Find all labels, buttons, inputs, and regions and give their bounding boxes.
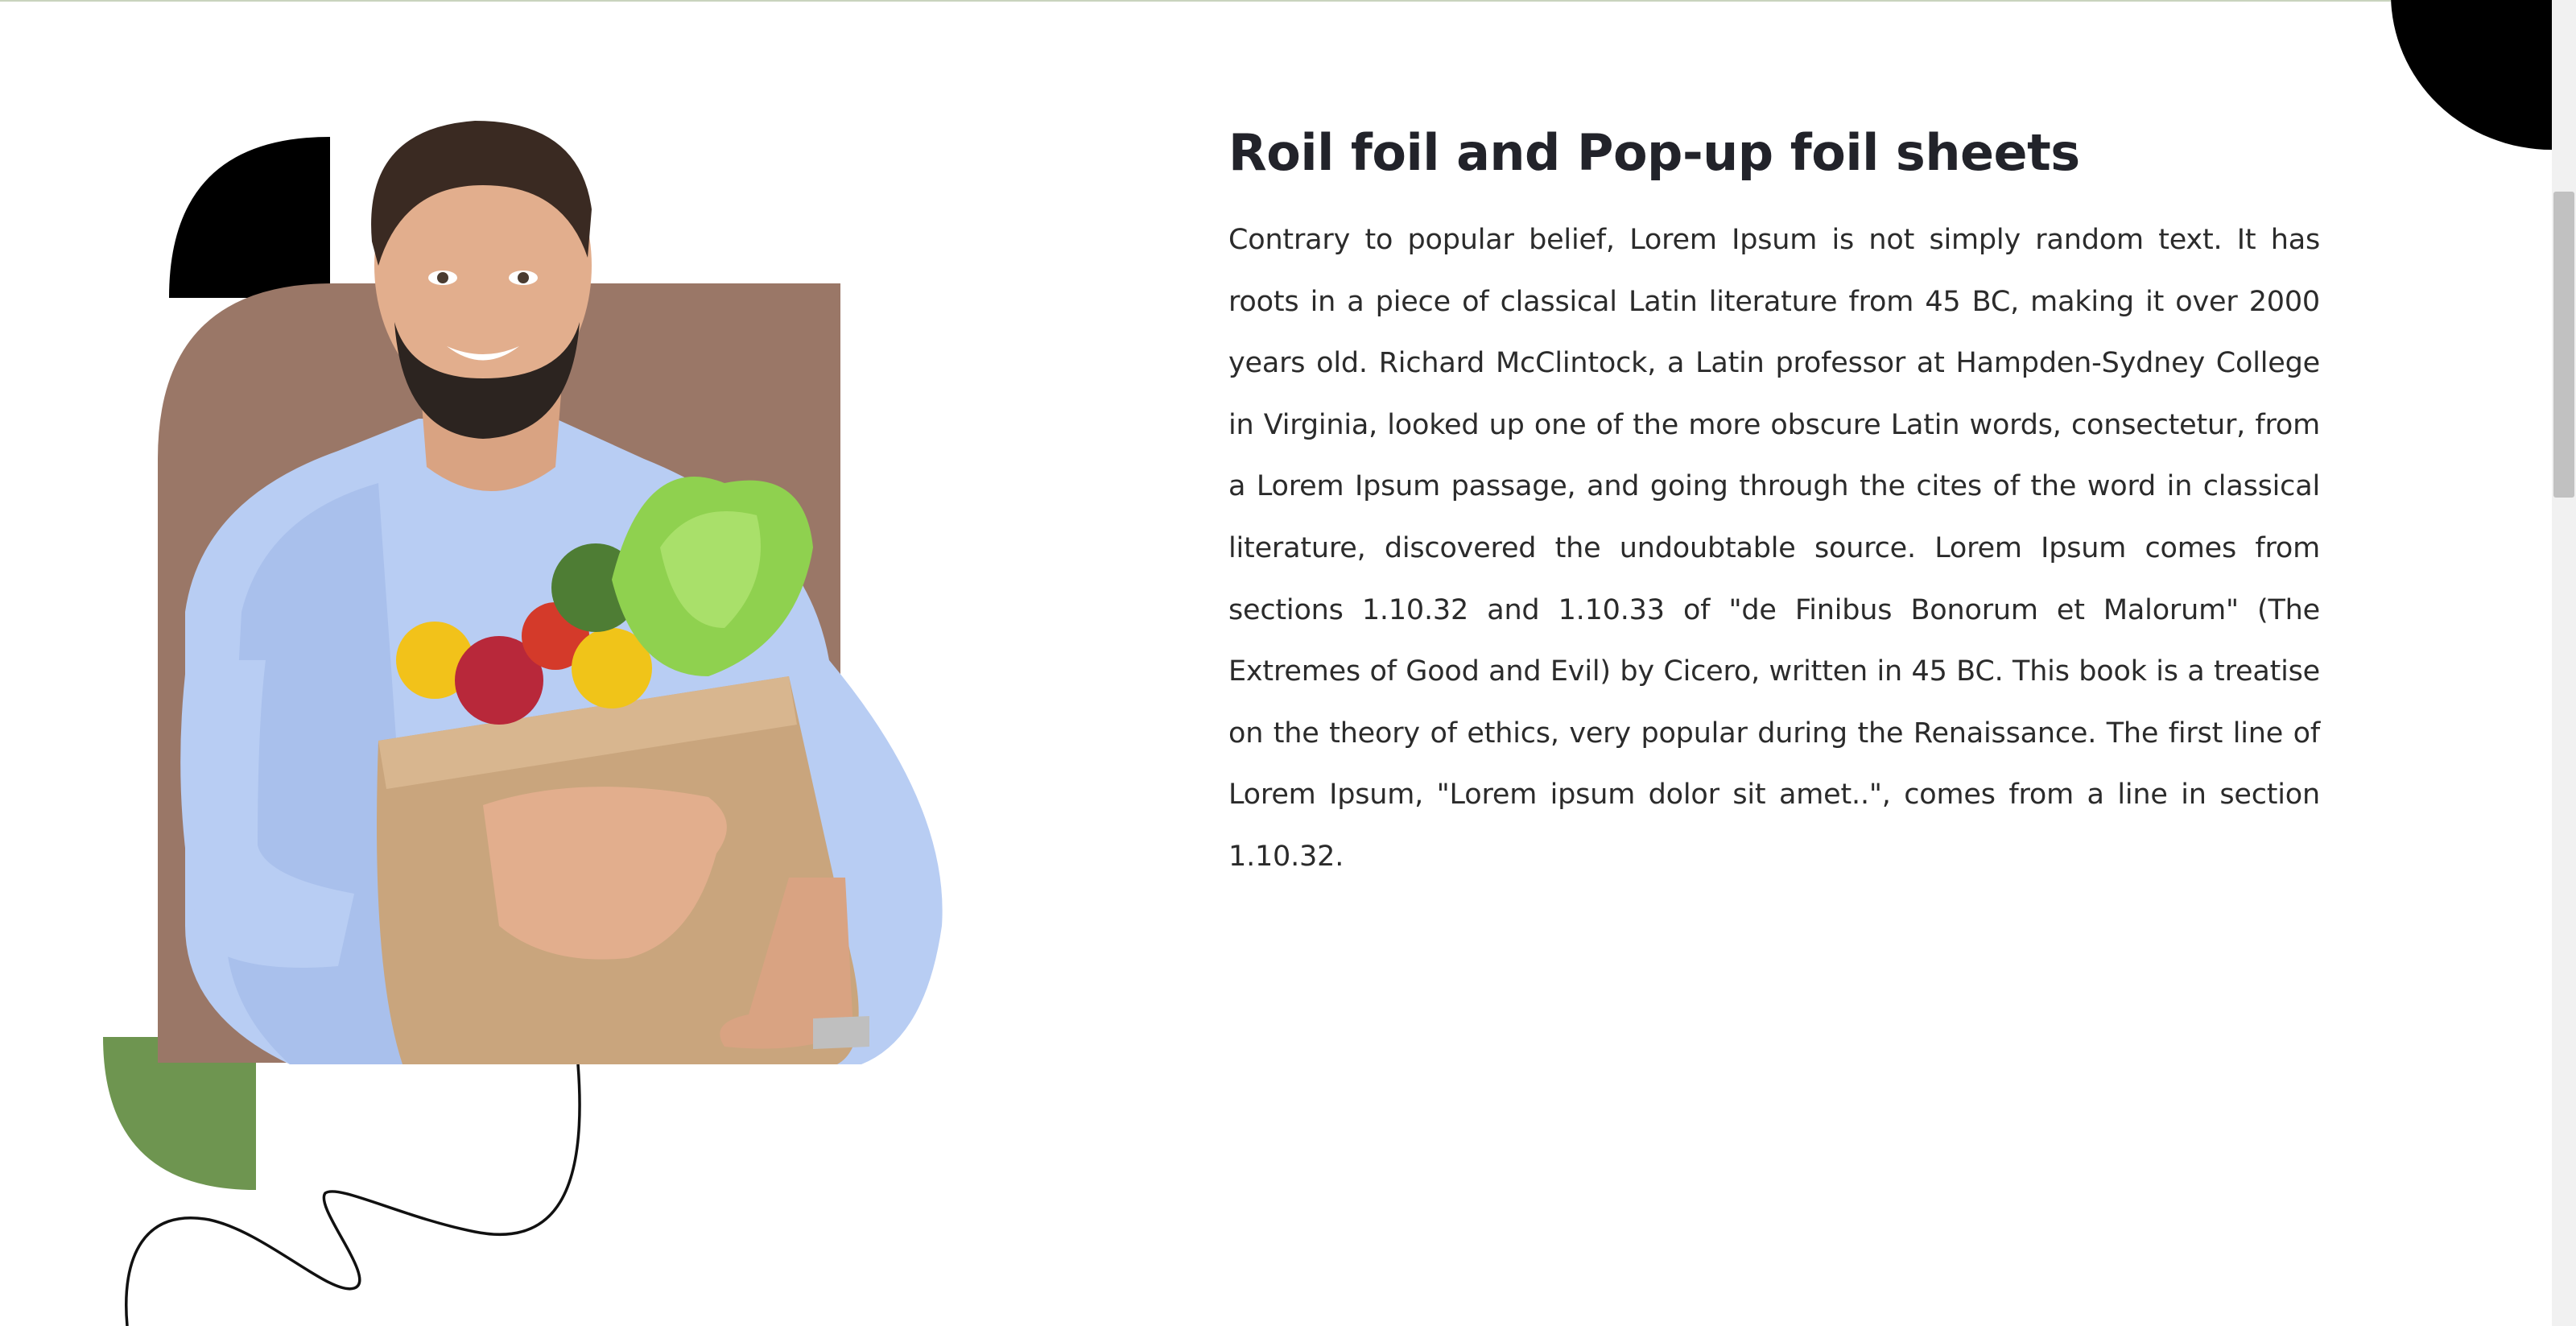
corner-decoration [2391,0,2576,150]
black-quarter-shape [169,137,330,298]
content-column: Roil foil and Pop-up foil sheets Contrar… [1228,119,2320,888]
section-paragraph: Contrary to popular belief, Lorem Ipsum … [1228,224,2320,873]
hero-illustration [0,0,1046,1326]
scrollbar-thumb[interactable] [2553,192,2574,498]
section-title: Roil foil and Pop-up foil sheets [1228,123,2080,182]
page: Roil foil and Pop-up foil sheets Contrar… [0,0,2576,1326]
illustration-svg [103,121,943,1326]
